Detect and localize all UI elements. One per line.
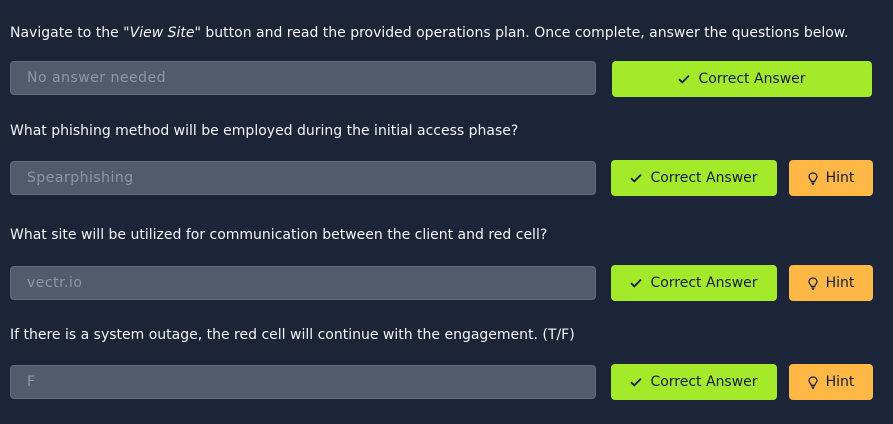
answer-field-2-value: Spearphishing [27,170,134,186]
checkmark-icon [678,74,691,84]
hint-label-4: Hint [825,374,855,390]
correct-answer-button-4[interactable]: Correct Answer [611,364,777,400]
question-3-text: What site will be utilized for communica… [10,227,548,243]
checkmark-icon [630,377,643,387]
lightbulb-icon [808,171,818,185]
lightbulb-icon [808,276,818,290]
correct-answer-button-3[interactable]: Correct Answer [611,265,777,301]
answer-field-2[interactable]: Spearphishing [10,161,596,195]
answer-field-4-value: F [27,374,36,390]
checkmark-icon [630,278,643,288]
answer-field-1[interactable]: No answer needed [10,61,596,95]
question-1-view-site-emphasis: View Site" [129,25,201,41]
checkmark-icon [630,173,643,183]
question-1-prefix: Navigate to the " [10,25,130,41]
answer-field-3[interactable]: vectr.io [10,266,596,300]
hint-button-4[interactable]: Hint [789,364,873,400]
answer-field-3-value: vectr.io [27,275,83,291]
correct-answer-button-2[interactable]: Correct Answer [611,160,777,196]
question-4-text: If there is a system outage, the red cel… [10,327,575,343]
question-2-text: What phishing method will be employed du… [10,123,519,139]
answer-field-1-placeholder: No answer needed [27,70,166,86]
hint-label-3: Hint [825,275,855,291]
correct-answer-label-2: Correct Answer [650,170,758,186]
correct-answer-label-3: Correct Answer [650,275,758,291]
correct-answer-button-1[interactable]: Correct Answer [612,61,872,97]
hint-button-2[interactable]: Hint [789,160,873,196]
correct-answer-label-1: Correct Answer [698,71,806,87]
answer-field-4[interactable]: F [10,365,596,399]
correct-answer-label-4: Correct Answer [650,374,758,390]
question-1-suffix: button and read the provided operations … [200,25,849,41]
hint-label-2: Hint [825,170,855,186]
lightbulb-icon [808,375,818,389]
hint-button-3[interactable]: Hint [789,265,873,301]
question-1-text: Navigate to the "View Site" button and r… [10,24,848,42]
